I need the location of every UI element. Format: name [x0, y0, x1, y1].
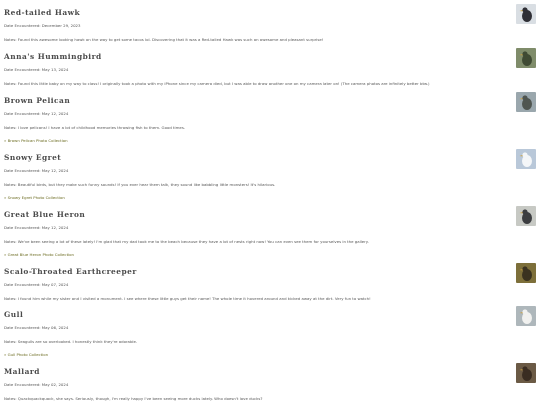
heron-photo-thumbnail[interactable] — [516, 206, 536, 226]
bird-name: Gull — [4, 310, 24, 319]
hummingbird-photo-thumbnail[interactable] — [516, 48, 536, 68]
bird-name: Scalo-Throated Earthcreeper — [4, 267, 137, 276]
bird-name: Mallard — [4, 367, 40, 376]
bird-name: Red-tailed Hawk — [4, 8, 81, 17]
pelican-photo-icon — [516, 92, 536, 112]
photo-collection-link[interactable]: » Brown Pelican Photo Collection — [4, 138, 68, 143]
encounter-date: Date Encountered: May 12, 2024 — [4, 168, 69, 173]
gull-photo-thumbnail[interactable] — [516, 306, 536, 326]
egret-photo-icon — [516, 149, 536, 169]
encounter-date: Date Encountered: December 29, 2023 — [4, 23, 81, 28]
mallard-photo-icon — [516, 363, 536, 383]
encounter-date: Date Encountered: May 12, 2024 — [4, 225, 69, 230]
earthcreeper-photo-icon — [516, 263, 536, 283]
bird-name: Snowy Egret — [4, 153, 62, 162]
encounter-date: Date Encountered: May 12, 2024 — [4, 111, 69, 116]
encounter-notes: Notes: Quackquackquack, she says. Seriou… — [4, 396, 263, 401]
gull-photo-icon — [516, 306, 536, 326]
encounter-notes: Notes: I love pelicans! I have a lot of … — [4, 125, 186, 130]
encounter-notes: Notes: Seagulls are so overlooked. I hon… — [4, 339, 138, 344]
hawk-photo-icon — [516, 4, 536, 24]
encounter-notes: Notes: Beautiful birds, but they make su… — [4, 182, 276, 187]
encounter-notes: Notes: We've been seeing a lot of these … — [4, 239, 369, 244]
encounter-date: Date Encountered: May 07, 2024 — [4, 282, 69, 287]
encounter-notes: Notes: Found this little baby on my way … — [4, 81, 430, 86]
encounter-date: Date Encountered: May 06, 2024 — [4, 325, 69, 330]
bird-name: Anna's Hummingbird — [4, 52, 102, 61]
hawk-photo-thumbnail[interactable] — [516, 4, 536, 24]
hummingbird-photo-icon — [516, 48, 536, 68]
encounter-notes: Notes: I found him while my sister and I… — [4, 296, 371, 301]
photo-collection-link[interactable]: » Gull Photo Collection — [4, 352, 48, 357]
heron-photo-icon — [516, 206, 536, 226]
bird-name: Great Blue Heron — [4, 210, 86, 219]
mallard-photo-thumbnail[interactable] — [516, 363, 536, 383]
pelican-photo-thumbnail[interactable] — [516, 92, 536, 112]
encounter-date: Date Encountered: May 13, 2024 — [4, 67, 69, 72]
encounter-notes: Notes: Found this awesome looking hawk o… — [4, 37, 324, 42]
photo-collection-link[interactable]: » Great Blue Heron Photo Collection — [4, 252, 74, 257]
photo-collection-link[interactable]: » Snowy Egret Photo Collection — [4, 195, 65, 200]
encounter-date: Date Encountered: May 02, 2024 — [4, 382, 69, 387]
bird-name: Brown Pelican — [4, 96, 71, 105]
earthcreeper-photo-thumbnail[interactable] — [516, 263, 536, 283]
egret-photo-thumbnail[interactable] — [516, 149, 536, 169]
